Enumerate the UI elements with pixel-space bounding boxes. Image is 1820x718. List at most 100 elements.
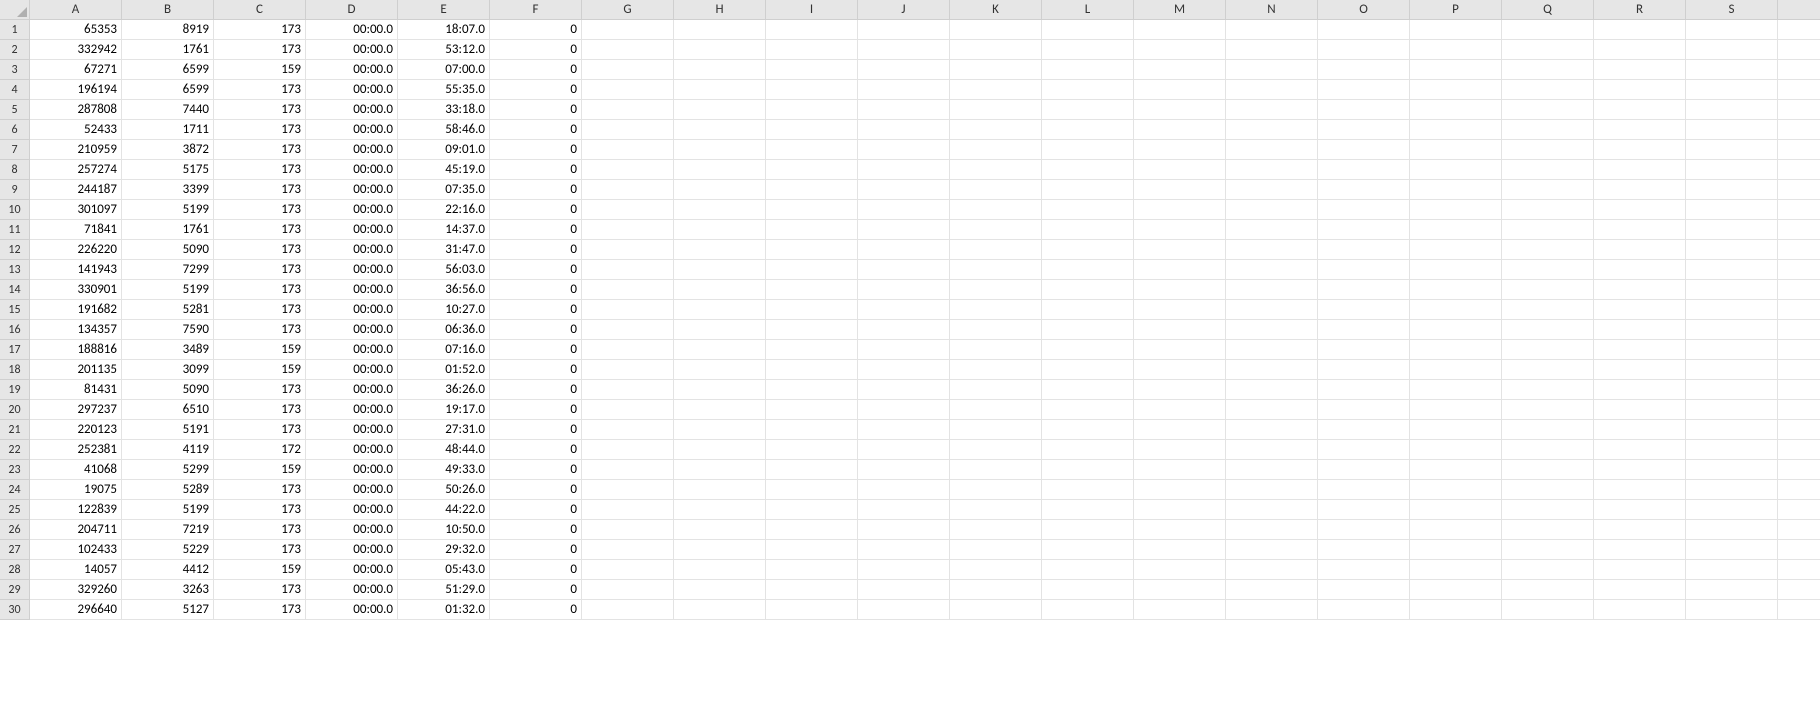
cell-N15[interactable] — [1226, 300, 1318, 320]
cell-E3[interactable]: 07:00.0 — [398, 60, 490, 80]
cell-I27[interactable] — [766, 540, 858, 560]
cell-C4[interactable]: 173 — [214, 80, 306, 100]
cell-K18[interactable] — [950, 360, 1042, 380]
cell-F2[interactable]: 0 — [490, 40, 582, 60]
column-header-M[interactable]: M — [1134, 0, 1226, 20]
cell-C26[interactable]: 173 — [214, 520, 306, 540]
cell-F7[interactable]: 0 — [490, 140, 582, 160]
cell-R15[interactable] — [1594, 300, 1686, 320]
row-header-5[interactable]: 5 — [0, 100, 30, 120]
cell-R10[interactable] — [1594, 200, 1686, 220]
cell-I29[interactable] — [766, 580, 858, 600]
cell-E23[interactable]: 49:33.0 — [398, 460, 490, 480]
cell-J18[interactable] — [858, 360, 950, 380]
cell-H5[interactable] — [674, 100, 766, 120]
cell-T17[interactable] — [1778, 340, 1820, 360]
cell-I10[interactable] — [766, 200, 858, 220]
cell-A29[interactable]: 329260 — [30, 580, 122, 600]
cell-K12[interactable] — [950, 240, 1042, 260]
cell-F21[interactable]: 0 — [490, 420, 582, 440]
cell-D6[interactable]: 00:00.0 — [306, 120, 398, 140]
cell-R11[interactable] — [1594, 220, 1686, 240]
cell-O17[interactable] — [1318, 340, 1410, 360]
cell-S13[interactable] — [1686, 260, 1778, 280]
cell-T3[interactable] — [1778, 60, 1820, 80]
cell-J22[interactable] — [858, 440, 950, 460]
cell-M2[interactable] — [1134, 40, 1226, 60]
cell-S9[interactable] — [1686, 180, 1778, 200]
cell-M6[interactable] — [1134, 120, 1226, 140]
cell-B20[interactable]: 6510 — [122, 400, 214, 420]
cell-J25[interactable] — [858, 500, 950, 520]
cell-M21[interactable] — [1134, 420, 1226, 440]
cell-B24[interactable]: 5289 — [122, 480, 214, 500]
cell-G17[interactable] — [582, 340, 674, 360]
cell-I20[interactable] — [766, 400, 858, 420]
cell-N16[interactable] — [1226, 320, 1318, 340]
row-header-15[interactable]: 15 — [0, 300, 30, 320]
cell-D14[interactable]: 00:00.0 — [306, 280, 398, 300]
cell-P22[interactable] — [1410, 440, 1502, 460]
cell-L4[interactable] — [1042, 80, 1134, 100]
cell-B29[interactable]: 3263 — [122, 580, 214, 600]
cell-Q20[interactable] — [1502, 400, 1594, 420]
cell-Q25[interactable] — [1502, 500, 1594, 520]
cell-H27[interactable] — [674, 540, 766, 560]
cell-F14[interactable]: 0 — [490, 280, 582, 300]
cell-Q23[interactable] — [1502, 460, 1594, 480]
cell-B7[interactable]: 3872 — [122, 140, 214, 160]
cell-D24[interactable]: 00:00.0 — [306, 480, 398, 500]
cell-S16[interactable] — [1686, 320, 1778, 340]
cell-M11[interactable] — [1134, 220, 1226, 240]
cell-F9[interactable]: 0 — [490, 180, 582, 200]
cell-R24[interactable] — [1594, 480, 1686, 500]
cell-A19[interactable]: 81431 — [30, 380, 122, 400]
cell-Q1[interactable] — [1502, 20, 1594, 40]
cell-N26[interactable] — [1226, 520, 1318, 540]
select-all-corner[interactable] — [0, 0, 30, 20]
cell-M22[interactable] — [1134, 440, 1226, 460]
cell-L10[interactable] — [1042, 200, 1134, 220]
cell-D27[interactable]: 00:00.0 — [306, 540, 398, 560]
cell-B15[interactable]: 5281 — [122, 300, 214, 320]
cell-M19[interactable] — [1134, 380, 1226, 400]
cell-R27[interactable] — [1594, 540, 1686, 560]
cell-J4[interactable] — [858, 80, 950, 100]
cell-M24[interactable] — [1134, 480, 1226, 500]
cell-D11[interactable]: 00:00.0 — [306, 220, 398, 240]
cell-E27[interactable]: 29:32.0 — [398, 540, 490, 560]
cell-C8[interactable]: 173 — [214, 160, 306, 180]
cell-O21[interactable] — [1318, 420, 1410, 440]
column-header-A[interactable]: A — [30, 0, 122, 20]
cell-G10[interactable] — [582, 200, 674, 220]
cell-L16[interactable] — [1042, 320, 1134, 340]
cell-S2[interactable] — [1686, 40, 1778, 60]
cell-S7[interactable] — [1686, 140, 1778, 160]
cell-O13[interactable] — [1318, 260, 1410, 280]
cell-H11[interactable] — [674, 220, 766, 240]
cell-K7[interactable] — [950, 140, 1042, 160]
cell-J23[interactable] — [858, 460, 950, 480]
cell-J30[interactable] — [858, 600, 950, 620]
cell-F8[interactable]: 0 — [490, 160, 582, 180]
cell-J9[interactable] — [858, 180, 950, 200]
cell-R13[interactable] — [1594, 260, 1686, 280]
cell-P28[interactable] — [1410, 560, 1502, 580]
column-header-S[interactable]: S — [1686, 0, 1778, 20]
cell-S15[interactable] — [1686, 300, 1778, 320]
cell-A24[interactable]: 19075 — [30, 480, 122, 500]
cell-B5[interactable]: 7440 — [122, 100, 214, 120]
cell-O23[interactable] — [1318, 460, 1410, 480]
cell-C23[interactable]: 159 — [214, 460, 306, 480]
cell-I28[interactable] — [766, 560, 858, 580]
cell-M16[interactable] — [1134, 320, 1226, 340]
cell-K30[interactable] — [950, 600, 1042, 620]
cell-L15[interactable] — [1042, 300, 1134, 320]
cell-F4[interactable]: 0 — [490, 80, 582, 100]
cell-S14[interactable] — [1686, 280, 1778, 300]
cell-E11[interactable]: 14:37.0 — [398, 220, 490, 240]
cell-I12[interactable] — [766, 240, 858, 260]
cell-Q26[interactable] — [1502, 520, 1594, 540]
cell-F16[interactable]: 0 — [490, 320, 582, 340]
cell-F23[interactable]: 0 — [490, 460, 582, 480]
